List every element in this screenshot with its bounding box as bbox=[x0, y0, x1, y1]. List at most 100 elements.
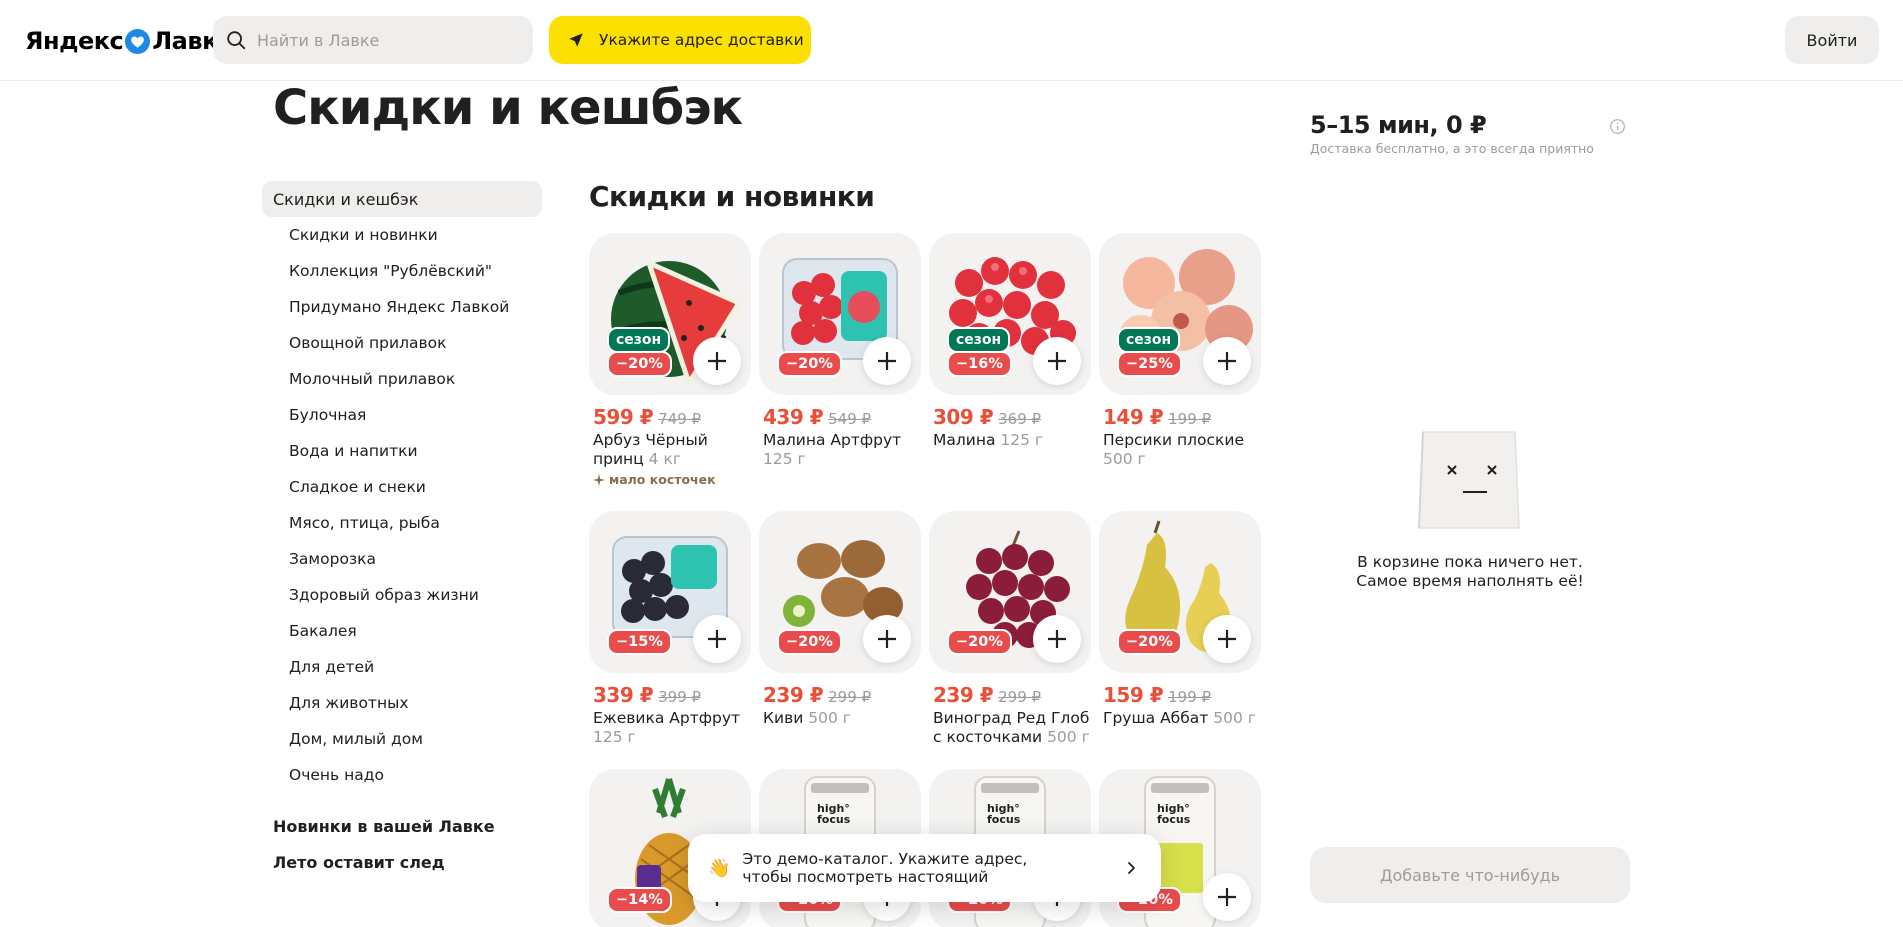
product-weight: 500 г bbox=[1103, 450, 1146, 468]
delivery-time-title: 5–15 мин, 0 ₽ bbox=[1310, 111, 1487, 139]
product-image[interactable]: −15% bbox=[589, 511, 751, 673]
product-card[interactable]: сезон −16% 309 ₽369 ₽ Малина 125 г bbox=[929, 233, 1091, 450]
sidebar-subitem[interactable]: Придумано Яндекс Лавкой bbox=[262, 289, 542, 325]
product-old-price: 199 ₽ bbox=[1168, 688, 1212, 706]
product-image[interactable]: сезон −25% bbox=[1099, 233, 1261, 395]
page-title: Скидки и кешбэк bbox=[273, 80, 743, 136]
product-name[interactable]: Малина Артфрут 125 г bbox=[759, 431, 921, 469]
add-to-cart-button[interactable] bbox=[1203, 337, 1251, 385]
can-label: high° focus bbox=[1157, 802, 1191, 826]
product-image[interactable]: −20% bbox=[759, 511, 921, 673]
product-name[interactable]: Виноград Ред Глоб с косточками 500 г bbox=[929, 709, 1091, 747]
toast-message: Это демо-каталог. Укажите адрес, чтобы п… bbox=[742, 850, 1028, 886]
sidebar-subitem[interactable]: Для животных bbox=[262, 685, 542, 721]
can-label: high° focus bbox=[817, 802, 851, 826]
sparkle-icon bbox=[593, 473, 605, 486]
add-to-cart-button[interactable] bbox=[863, 615, 911, 663]
search-box[interactable] bbox=[213, 16, 533, 64]
plus-icon bbox=[1048, 352, 1066, 370]
product-weight: 125 г bbox=[593, 728, 636, 746]
product-name[interactable]: Малина 125 г bbox=[929, 431, 1091, 450]
product-name[interactable]: Груша Аббат 500 г bbox=[1099, 709, 1261, 728]
product-image[interactable]: сезон −20% bbox=[589, 233, 751, 395]
add-to-cart-button[interactable] bbox=[1203, 873, 1251, 921]
add-something-button[interactable]: Добавьте что-нибудь bbox=[1310, 847, 1630, 903]
price-row: 339 ₽399 ₽ bbox=[589, 683, 751, 707]
product-image[interactable]: сезон −16% bbox=[929, 233, 1091, 395]
product-card[interactable]: −20% 239 ₽299 ₽ Виноград Ред Глоб с косточ… bbox=[929, 511, 1091, 747]
product-card[interactable]: −20% 159 ₽199 ₽ Груша Аббат 500 г bbox=[1099, 511, 1261, 728]
plus-icon bbox=[708, 352, 726, 370]
logo-text-left: Яндекс bbox=[25, 27, 124, 55]
sidebar-subitem[interactable]: Бакалея bbox=[262, 613, 542, 649]
product-card[interactable]: сезон −25% 149 ₽199 ₽ Персики плоские 500 г bbox=[1099, 233, 1261, 469]
sidebar-subitem[interactable]: Сладкое и снеки bbox=[262, 469, 542, 505]
product-title: Ежевика Артфрут bbox=[593, 709, 741, 727]
product-name[interactable]: Ежевика Артфрут 125 г bbox=[589, 709, 751, 747]
product-tag: мало косточек bbox=[589, 472, 751, 487]
sidebar-subitem[interactable]: Для детей bbox=[262, 649, 542, 685]
sidebar-subitem[interactable]: Овощной прилавок bbox=[262, 325, 542, 361]
sidebar-subitem[interactable]: Коллекция "Рублёвский" bbox=[262, 253, 542, 289]
sidebar-subitem[interactable]: Скидки и новинки bbox=[262, 217, 542, 253]
season-badge: сезон bbox=[1117, 327, 1181, 353]
add-to-cart-button[interactable] bbox=[693, 337, 741, 385]
product-image[interactable]: −20% bbox=[759, 233, 921, 395]
empty-bag-icon bbox=[1418, 431, 1520, 529]
product-name[interactable]: Киви 500 г bbox=[759, 709, 921, 728]
product-card[interactable]: −20% 439 ₽549 ₽ Малина Артфрут 125 г bbox=[759, 233, 921, 469]
add-to-cart-button[interactable] bbox=[1203, 615, 1251, 663]
demo-catalog-toast[interactable]: 👋 Это демо-каталог. Укажите адрес, чтобы… bbox=[688, 834, 1161, 902]
product-title: Груша Аббат bbox=[1103, 709, 1209, 727]
product-tag-text: мало косточек bbox=[609, 472, 716, 487]
price-row: 239 ₽299 ₽ bbox=[759, 683, 921, 707]
sidebar-item[interactable]: Лето оставит след bbox=[262, 845, 542, 881]
product-image[interactable]: −20% bbox=[1099, 511, 1261, 673]
login-button[interactable]: Войти bbox=[1785, 16, 1879, 64]
product-weight: 500 г bbox=[808, 709, 851, 727]
sidebar-subitem[interactable]: Здоровый образ жизни bbox=[262, 577, 542, 613]
add-to-cart-button[interactable] bbox=[1033, 615, 1081, 663]
plus-icon bbox=[1218, 352, 1236, 370]
yandex-lavka-logo[interactable]: Яндекс Лавка bbox=[25, 24, 234, 58]
plus-icon bbox=[1218, 888, 1236, 906]
product-weight: 500 г bbox=[1047, 728, 1090, 746]
discount-badge: −20% bbox=[777, 351, 842, 377]
sidebar-subitem[interactable]: Заморозка bbox=[262, 541, 542, 577]
product-price: 239 ₽ bbox=[933, 683, 994, 707]
product-weight: 125 г bbox=[1000, 431, 1044, 449]
plus-icon bbox=[708, 630, 726, 648]
heart-logo-icon bbox=[125, 28, 151, 54]
product-old-price: 199 ₽ bbox=[1168, 410, 1212, 428]
sidebar-subitem[interactable]: Молочный прилавок bbox=[262, 361, 542, 397]
product-weight: 125 г bbox=[763, 450, 806, 468]
season-badge: сезон bbox=[607, 327, 671, 353]
search-icon bbox=[227, 31, 246, 50]
sidebar-subitem[interactable]: Очень надо bbox=[262, 757, 542, 793]
discount-badge: −25% bbox=[1117, 351, 1182, 377]
product-old-price: 299 ₽ bbox=[998, 688, 1042, 706]
discount-badge: −15% bbox=[607, 629, 672, 655]
plus-icon bbox=[1048, 630, 1066, 648]
product-card[interactable]: сезон −20% 599 ₽749 ₽ Арбуз Чёрный принц 4 … bbox=[589, 233, 751, 487]
sidebar-subitem[interactable]: Булочная bbox=[262, 397, 542, 433]
add-to-cart-button[interactable] bbox=[863, 337, 911, 385]
search-input[interactable] bbox=[257, 30, 517, 50]
sidebar-subitem[interactable]: Мясо, птица, рыба bbox=[262, 505, 542, 541]
info-icon[interactable] bbox=[1609, 118, 1626, 135]
product-card[interactable]: −15% 339 ₽399 ₽ Ежевика Артфрут 125 г bbox=[589, 511, 751, 747]
product-image[interactable]: −20% bbox=[929, 511, 1091, 673]
delivery-address-button[interactable]: Укажите адрес доставки bbox=[549, 16, 811, 64]
product-name[interactable]: Арбуз Чёрный принц 4 кг bbox=[589, 431, 751, 469]
sidebar-subitem[interactable]: Дом, милый дом bbox=[262, 721, 542, 757]
sidebar-subitem[interactable]: Вода и напитки bbox=[262, 433, 542, 469]
add-to-cart-button[interactable] bbox=[693, 615, 741, 663]
discount-badge: −16% bbox=[947, 351, 1012, 377]
sidebar-item-active[interactable]: Скидки и кешбэк bbox=[262, 181, 542, 217]
sidebar-item[interactable]: Новинки в вашей Лавке bbox=[262, 809, 542, 845]
chevron-right-icon bbox=[1128, 862, 1135, 874]
add-to-cart-button[interactable] bbox=[1033, 337, 1081, 385]
product-name[interactable]: Персики плоские 500 г bbox=[1099, 431, 1261, 469]
discount-badge: −20% bbox=[607, 351, 672, 377]
product-card[interactable]: −20% 239 ₽299 ₽ Киви 500 г bbox=[759, 511, 921, 728]
